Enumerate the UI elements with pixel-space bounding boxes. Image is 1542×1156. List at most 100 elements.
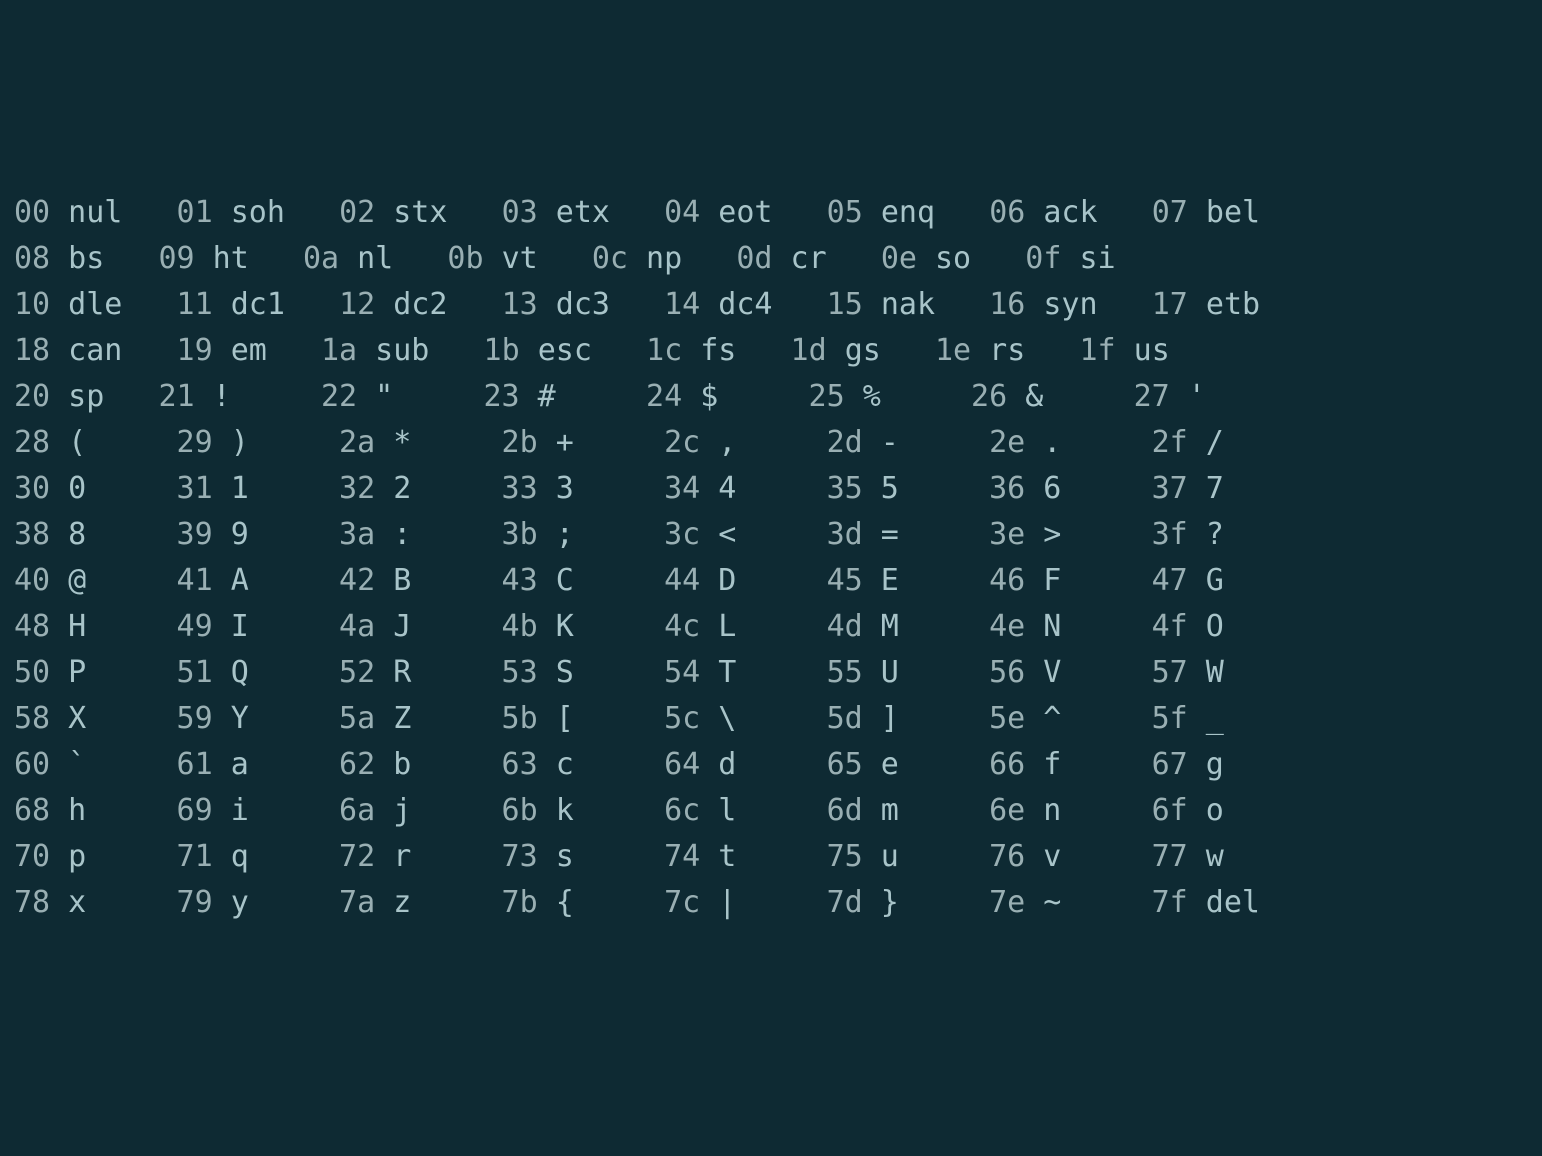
ascii-char: 4 — [718, 471, 736, 506]
ascii-char: l — [718, 793, 736, 828]
ascii-hex: 51 — [177, 655, 213, 690]
ascii-char: U — [881, 655, 899, 690]
ascii-cell: 18can — [14, 328, 122, 374]
ascii-hex: 4d — [827, 609, 863, 644]
ascii-char: < — [718, 517, 736, 552]
ascii-hex: 75 — [827, 839, 863, 874]
ascii-cell: 50P — [14, 650, 122, 696]
ascii-char: m — [881, 793, 899, 828]
ascii-hex: 05 — [827, 195, 863, 230]
ascii-hex: 46 — [989, 563, 1025, 598]
ascii-char: % — [863, 379, 881, 414]
ascii-char: c — [556, 747, 574, 782]
ascii-hex: 78 — [14, 885, 50, 920]
ascii-hex: 69 — [177, 793, 213, 828]
ascii-char: ` — [68, 747, 86, 782]
ascii-hex: 1e — [935, 333, 971, 368]
ascii-cell: 21! — [158, 374, 266, 420]
ascii-cell: 1asub — [321, 328, 429, 374]
ascii-name: vt — [502, 241, 538, 276]
ascii-cell: 01soh — [177, 190, 285, 236]
ascii-hex: 15 — [827, 287, 863, 322]
ascii-name: gs — [845, 333, 881, 368]
ascii-hex: 54 — [664, 655, 700, 690]
ascii-cell: 51 Q — [177, 650, 285, 696]
ascii-cell: 61a — [177, 742, 285, 788]
ascii-hex: 07 — [1152, 195, 1188, 230]
ascii-hex: 41 — [177, 563, 213, 598]
ascii-cell: 17etb — [1152, 282, 1260, 328]
ascii-name: dc2 — [393, 287, 447, 322]
ascii-cell: 7d} — [827, 880, 935, 926]
ascii-char: o — [1206, 793, 1224, 828]
ascii-char: - — [881, 425, 899, 460]
ascii-hex: 0a — [303, 241, 339, 276]
ascii-hex: 19 — [177, 333, 213, 368]
ascii-hex: 4a — [339, 609, 375, 644]
ascii-cell: 388 — [14, 512, 122, 558]
ascii-cell: 366 — [989, 466, 1097, 512]
ascii-cell: 3e> — [989, 512, 1097, 558]
ascii-hex: 02 — [339, 195, 375, 230]
ascii-name: nl — [357, 241, 393, 276]
ascii-char: L — [718, 609, 736, 644]
ascii-hex: 2b — [502, 425, 538, 460]
ascii-hex: 13 — [502, 287, 538, 322]
ascii-cell: 64d — [664, 742, 772, 788]
ascii-cell: 20sp — [14, 374, 104, 420]
ascii-hex: 16 — [989, 287, 1025, 322]
ascii-cell: 23# — [484, 374, 592, 420]
ascii-char: \ — [718, 701, 736, 736]
ascii-hex: 3a — [339, 517, 375, 552]
ascii-cell: 333 — [502, 466, 610, 512]
ascii-cell: 40@ — [14, 558, 122, 604]
ascii-cell: 4aJ — [339, 604, 447, 650]
ascii-hex: 1a — [321, 333, 357, 368]
ascii-cell: 4eN — [989, 604, 1097, 650]
ascii-char: } — [881, 885, 899, 920]
ascii-hex: 43 — [502, 563, 538, 598]
ascii-char: ! — [213, 379, 231, 414]
ascii-cell: 72r — [339, 834, 447, 880]
ascii-hex: 21 — [158, 379, 194, 414]
ascii-hex: 42 — [339, 563, 375, 598]
ascii-cell: 7e~ — [989, 880, 1097, 926]
ascii-cell: 12 dc2 — [339, 282, 447, 328]
ascii-char: $ — [700, 379, 718, 414]
ascii-char: r — [393, 839, 411, 874]
ascii-cell: 66f — [989, 742, 1097, 788]
ascii-name: rs — [989, 333, 1025, 368]
ascii-char: Q — [231, 655, 249, 690]
ascii-name: eot — [718, 195, 772, 230]
ascii-cell: 5e^ — [989, 696, 1097, 742]
ascii-char: W — [1206, 655, 1224, 690]
ascii-hex: 3e — [989, 517, 1025, 552]
ascii-hex: 04 — [664, 195, 700, 230]
ascii-char: ] — [881, 701, 899, 736]
ascii-hex: 52 — [339, 655, 375, 690]
ascii-row: 40@41A42B43C44D45E46F47G — [14, 558, 1528, 604]
ascii-cell: 62b — [339, 742, 447, 788]
ascii-hex: 5a — [339, 701, 375, 736]
ascii-hex: 12 — [339, 287, 375, 322]
ascii-cell: 05enq — [827, 190, 935, 236]
ascii-cell: 06ack — [989, 190, 1097, 236]
ascii-char: f — [1043, 747, 1061, 782]
ascii-char: i — [231, 793, 249, 828]
ascii-row: 60`61a62b63c64d65e66f67g — [14, 742, 1528, 788]
ascii-cell: 03etx — [502, 190, 610, 236]
ascii-cell: 2c, — [664, 420, 772, 466]
ascii-name: bs — [68, 241, 104, 276]
ascii-hex: 32 — [339, 471, 375, 506]
ascii-cell: 1cfs — [646, 328, 736, 374]
ascii-char: d — [718, 747, 736, 782]
ascii-hex: 59 — [177, 701, 213, 736]
ascii-cell: 7c| — [664, 880, 772, 926]
ascii-cell: 1besc — [484, 328, 592, 374]
ascii-cell: 22" — [321, 374, 429, 420]
ascii-hex: 4b — [502, 609, 538, 644]
ascii-cell: 4cL — [664, 604, 772, 650]
ascii-cell: 48H — [14, 604, 122, 650]
ascii-hex: 76 — [989, 839, 1025, 874]
ascii-char: " — [375, 379, 393, 414]
